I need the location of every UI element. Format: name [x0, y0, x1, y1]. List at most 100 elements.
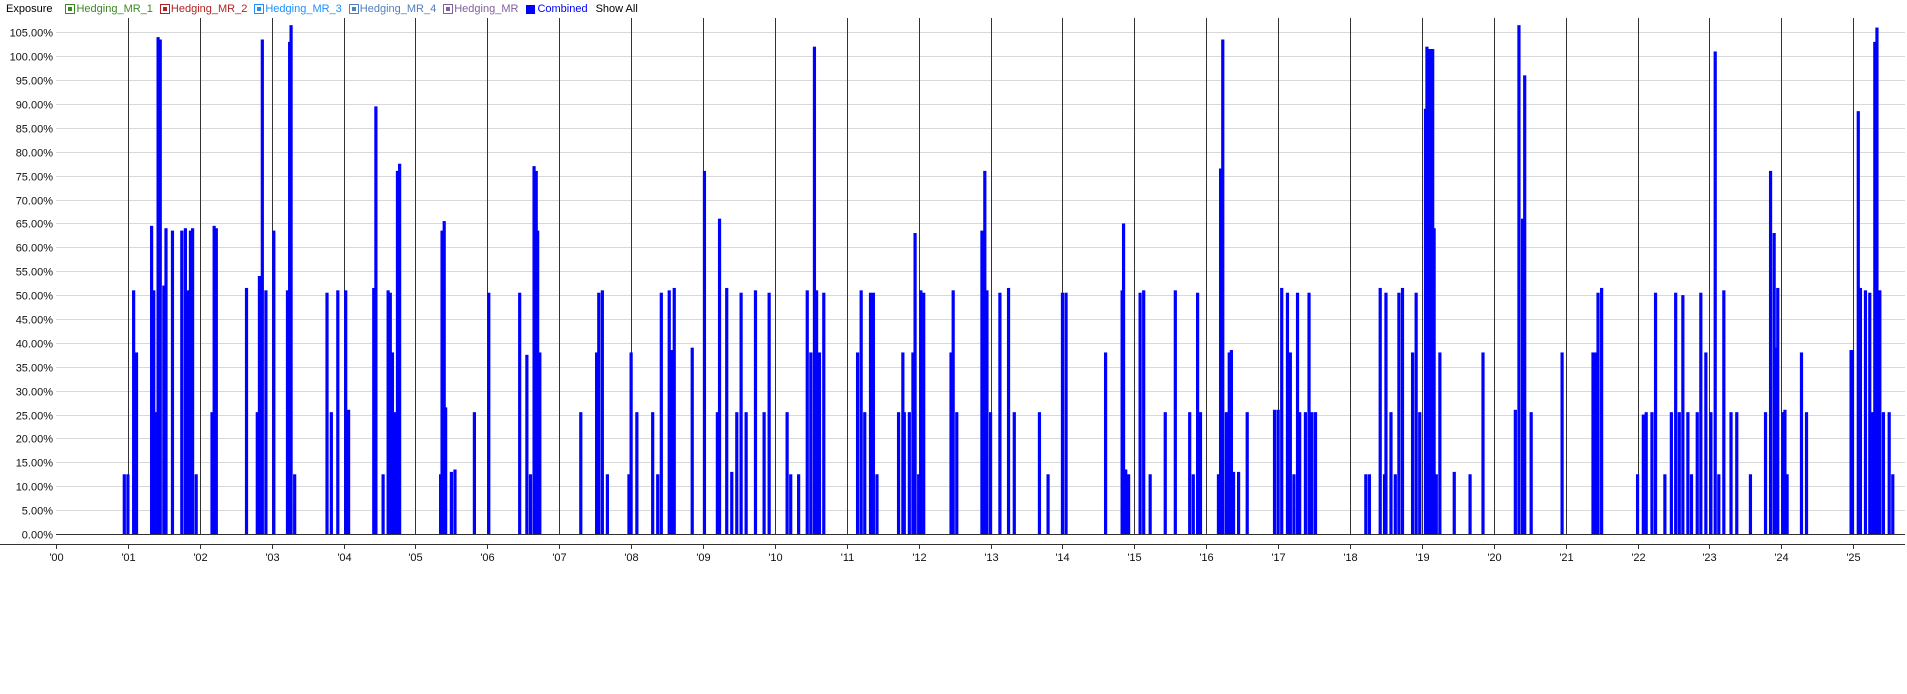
x-tick-label: '07 — [552, 552, 566, 564]
exposure-bar — [1138, 292, 1142, 534]
exposure-bar — [472, 412, 476, 534]
exposure-bar — [381, 474, 385, 534]
y-tick-label: 10.00% — [16, 482, 54, 494]
exposure-bar — [859, 290, 863, 534]
exposure-bar — [1384, 292, 1388, 534]
exposure-bar — [374, 106, 378, 534]
exposure-bar — [214, 228, 218, 534]
exposure-bar — [1148, 474, 1152, 534]
y-tick-label: 75.00% — [16, 172, 54, 184]
exposure-bar — [1768, 170, 1773, 534]
exposure-bar — [1689, 474, 1694, 534]
exposure-bar — [260, 39, 264, 534]
exposure-bar — [1891, 474, 1895, 534]
exposure-bar — [1881, 412, 1886, 534]
exposure-bar — [1717, 474, 1721, 534]
exposure-bar — [762, 412, 766, 534]
exposure-bar — [518, 292, 522, 534]
exposure-bar — [1310, 412, 1314, 534]
exposure-bar — [1124, 469, 1128, 534]
exposure-bar — [1875, 27, 1879, 535]
x-tick-label: '03 — [265, 552, 279, 564]
exposure-bar — [797, 474, 801, 534]
x-tick-label: '01 — [121, 552, 135, 564]
exposure-bar — [336, 290, 340, 534]
x-tick-label: '15 — [1127, 552, 1141, 564]
y-tick-label: 65.00% — [16, 219, 54, 231]
exposure-bar — [1037, 412, 1042, 534]
y-tick-label: 70.00% — [16, 196, 54, 208]
exposure-bar — [1763, 412, 1768, 534]
exposure-bar — [667, 290, 671, 534]
exposure-bar — [525, 354, 529, 534]
exposure-bar — [1887, 412, 1891, 534]
exposure-bar — [814, 290, 819, 534]
x-tick-label: '14 — [1055, 552, 1069, 564]
y-tick-label: 20.00% — [16, 434, 54, 446]
y-tick-label: 85.00% — [16, 124, 54, 136]
exposure-bar — [134, 352, 139, 534]
exposure-bar — [980, 230, 984, 534]
exposure-bar — [1367, 474, 1372, 534]
exposure-bar — [1776, 287, 1780, 534]
exposure-bar — [955, 412, 959, 534]
exposure-bar — [597, 292, 601, 534]
exposure-bar — [1414, 292, 1418, 534]
exposure-bar — [735, 412, 739, 534]
exposure-bar — [1785, 474, 1789, 534]
exposure-bar — [1126, 474, 1131, 534]
y-tick-label: 105.00% — [10, 28, 54, 40]
exposure-bar — [600, 290, 604, 534]
exposure-bar — [1288, 352, 1292, 534]
exposure-bar — [1198, 412, 1203, 534]
exposure-bar — [1231, 471, 1236, 534]
exposure-bar — [538, 352, 542, 534]
y-tick-label: 90.00% — [16, 100, 54, 112]
exposure-bar — [1006, 287, 1011, 534]
x-tick-label: '02 — [193, 552, 207, 564]
exposure-bar — [1709, 412, 1713, 534]
exposure-bar — [1163, 412, 1167, 534]
exposure-bar — [1713, 51, 1717, 534]
exposure-bar — [875, 474, 879, 534]
exposure-bar — [185, 290, 190, 534]
x-tick-label: '21 — [1559, 552, 1573, 564]
exposure-bar — [1596, 292, 1600, 534]
y-tick-label: 100.00% — [10, 52, 54, 64]
exposure-bar — [398, 163, 402, 534]
exposure-bar — [344, 290, 348, 534]
x-tick-label: '24 — [1774, 552, 1788, 564]
exposure-bar — [1799, 352, 1804, 534]
exposure-bar — [1663, 474, 1667, 534]
exposure-bar — [325, 292, 329, 534]
exposure-bar — [1858, 287, 1863, 534]
exposure-bar — [702, 170, 707, 534]
exposure-bar — [985, 290, 989, 534]
exposure-bar — [444, 407, 448, 534]
exposure-bar — [789, 474, 793, 534]
exposure-bar — [1221, 39, 1225, 534]
exposure-bar — [690, 347, 694, 534]
exposure-bar — [744, 412, 748, 534]
exposure-bar — [1644, 412, 1648, 534]
exposure-bar — [998, 292, 1002, 534]
exposure-bar — [1452, 471, 1456, 534]
exposure-bar — [951, 290, 955, 534]
exposure-bar — [1729, 412, 1733, 534]
x-tick-label: '20 — [1487, 552, 1501, 564]
exposure-bar — [1364, 474, 1368, 534]
exposure-bar — [1307, 292, 1311, 534]
exposure-bar — [1191, 474, 1195, 534]
exposure-bar — [132, 290, 136, 534]
exposure-bar — [1850, 350, 1855, 534]
exposure-bar — [1012, 412, 1016, 534]
exposure-bar — [1060, 292, 1065, 534]
exposure-bar — [579, 412, 583, 534]
y-tick-label: 30.00% — [16, 387, 54, 399]
exposure-bar — [1400, 287, 1405, 534]
exposure-bar — [1653, 292, 1658, 534]
exposure-bar — [785, 412, 789, 534]
exposure-bar — [822, 292, 826, 534]
exposure-bar — [739, 292, 743, 534]
exposure-bar — [1804, 412, 1809, 534]
